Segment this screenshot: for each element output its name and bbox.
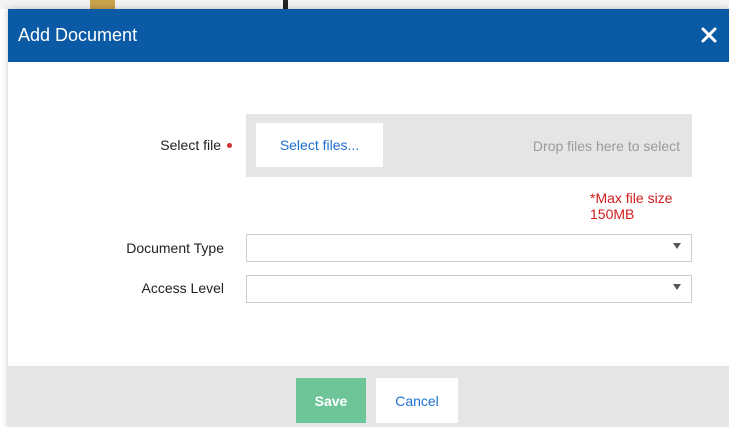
- chevron-down-icon: [673, 243, 681, 249]
- access-level-select[interactable]: [246, 275, 692, 303]
- chevron-down-icon: [673, 284, 681, 290]
- close-icon[interactable]: [697, 23, 721, 47]
- background-fragment: [283, 0, 288, 9]
- background-fragment: [90, 0, 115, 9]
- required-indicator: [227, 142, 232, 148]
- document-type-select[interactable]: [246, 234, 692, 262]
- document-type-label: Document Type: [126, 240, 224, 256]
- dialog-footer: Save Cancel: [8, 366, 729, 427]
- save-button[interactable]: Save: [296, 378, 366, 423]
- file-dropzone[interactable]: Select files... Drop files here to selec…: [246, 114, 692, 177]
- cancel-button[interactable]: Cancel: [376, 378, 458, 423]
- select-file-label-wrap: Select file: [160, 136, 232, 154]
- select-files-button[interactable]: Select files...: [256, 123, 383, 167]
- select-file-label: Select file: [160, 137, 221, 153]
- access-level-label: Access Level: [141, 280, 224, 296]
- dialog-titlebar: Add Document: [8, 9, 729, 62]
- dialog-title: Add Document: [18, 25, 138, 45]
- drop-hint: Drop files here to select: [532, 138, 680, 154]
- max-file-size-note: *Max file size 150MB: [590, 190, 673, 222]
- add-document-dialog: Add Document Select file Select files...…: [8, 9, 729, 427]
- background-page: [0, 0, 729, 9]
